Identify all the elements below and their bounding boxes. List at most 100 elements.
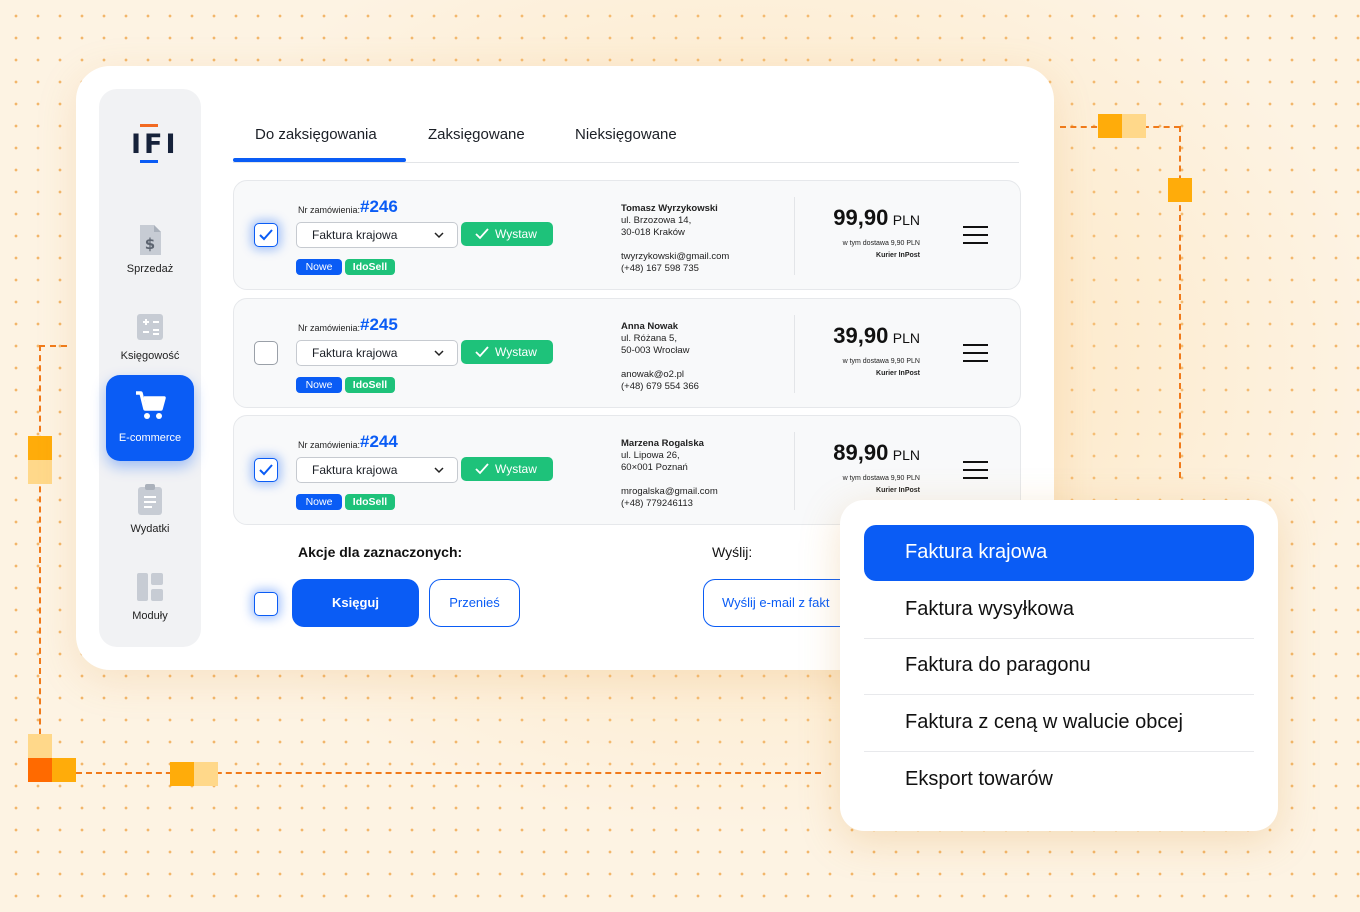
customer-street: ul. Brzozowa 14,: [621, 215, 692, 226]
divider: [794, 197, 795, 275]
customer-street: ul. Lipowa 26,: [621, 450, 680, 461]
decor-square: [28, 734, 52, 758]
customer-name: Marzena Rogalska: [621, 438, 704, 449]
decor-square: [28, 436, 52, 460]
invoice-dollar-icon: $: [135, 223, 165, 257]
clipboard-icon: [135, 483, 165, 517]
customer-info: Anna Nowak ul. Różana 5, 50-003 Wrocław …: [621, 321, 699, 393]
chevron-down-icon: [434, 467, 444, 474]
order-price: 89,90 PLN: [833, 440, 920, 465]
sidebar-item-label: Wydatki: [130, 523, 170, 535]
send-label: Wyślij:: [712, 544, 753, 560]
dropdown-option[interactable]: Faktura z ceną w walucie obcej: [864, 695, 1254, 752]
modules-icon: [135, 570, 165, 604]
sidebar-item-wydatki[interactable]: Wydatki: [106, 475, 194, 561]
order-price: 39,90 PLN: [833, 323, 920, 348]
chevron-down-icon: [434, 350, 444, 357]
customer-name: Tomasz Wyrzykowski: [621, 203, 718, 214]
sidebar-item-sprzedaz[interactable]: $ Sprzedaż: [106, 215, 194, 301]
order-number-label: Nr zamówienia:: [298, 440, 361, 450]
hamburger-menu-icon[interactable]: [963, 226, 988, 244]
tab-do-zaksiegowania[interactable]: Do zaksięgowania: [255, 126, 377, 143]
decor-dashed-line: [39, 345, 41, 775]
order-checkbox[interactable]: [254, 223, 278, 247]
invoice-type-select[interactable]: Faktura krajowa: [296, 457, 458, 483]
sidebar-item-label: Sprzedaż: [126, 263, 174, 275]
source-badge-idosell: IdoSell: [345, 377, 395, 393]
order-number[interactable]: #244: [360, 432, 398, 452]
ifi-logo[interactable]: IFI: [131, 124, 176, 166]
decor-square: [170, 762, 194, 786]
customer-email: anowak@o2.pl: [621, 369, 684, 380]
invoice-type-select[interactable]: Faktura krajowa: [296, 340, 458, 366]
shipping-info: w tym dostawa 9,90 PLN Kurier InPost: [842, 475, 920, 494]
customer-info: Tomasz Wyrzykowski ul. Brzozowa 14, 30-0…: [621, 203, 729, 275]
order-number[interactable]: #246: [360, 197, 398, 217]
dropdown-option[interactable]: Faktura wysyłkowa: [864, 582, 1254, 639]
issue-invoice-button[interactable]: Wystaw: [461, 340, 553, 364]
source-badge-idosell: IdoSell: [345, 494, 395, 510]
dropdown-option[interactable]: Eksport towarów: [864, 752, 1254, 808]
customer-info: Marzena Rogalska ul. Lipowa 26, 60×001 P…: [621, 438, 718, 510]
issue-invoice-button[interactable]: Wystaw: [461, 457, 553, 481]
order-number-label: Nr zamówienia:: [298, 205, 361, 215]
dropdown-option[interactable]: Faktura do paragonu: [864, 638, 1254, 695]
divider: [794, 315, 795, 393]
customer-phone: (+48) 679 554 366: [621, 381, 699, 392]
invoice-type-select[interactable]: Faktura krajowa: [296, 222, 458, 248]
invoice-type-dropdown: Faktura krajowa Faktura wysyłkowa Faktur…: [840, 500, 1278, 831]
shipping-info: w tym dostawa 9,90 PLN Kurier InPost: [842, 358, 920, 377]
decor-square: [1168, 178, 1192, 202]
customer-phone: (+48) 779246113: [621, 498, 693, 509]
sidebar-item-label: Moduły: [132, 610, 168, 622]
order-row: Nr zamówienia: #245 Faktura krajowa Wyst…: [233, 298, 1021, 408]
sidebar-item-ecommerce[interactable]: E-commerce: [106, 375, 194, 461]
order-checkbox[interactable]: [254, 341, 278, 365]
move-button[interactable]: Przenieś: [429, 579, 520, 627]
sidebar-item-moduly[interactable]: Moduły: [106, 562, 194, 648]
check-icon: [475, 346, 489, 358]
book-button[interactable]: Księguj: [292, 579, 419, 627]
customer-street: ul. Różana 5,: [621, 333, 677, 344]
issue-invoice-button[interactable]: Wystaw: [461, 222, 553, 246]
status-badge-new: Nowe: [296, 494, 342, 510]
sidebar-item-label: E-commerce: [118, 432, 182, 444]
calculator-icon: [135, 310, 165, 344]
order-price: 99,90 PLN: [833, 205, 920, 230]
hamburger-menu-icon[interactable]: [963, 461, 988, 479]
hamburger-menu-icon[interactable]: [963, 344, 988, 362]
order-row: Nr zamówienia: #246 Faktura krajowa Wyst…: [233, 180, 1021, 290]
tab-niesiegowane[interactable]: Nieksięgowane: [575, 126, 677, 143]
decor-square: [28, 758, 52, 782]
tab-bar: Do zaksięgowania Zaksięgowane Nieksięgow…: [233, 104, 1019, 163]
chevron-down-icon: [434, 232, 444, 239]
decor-dashed-line: [39, 345, 67, 347]
status-badge-new: Nowe: [296, 377, 342, 393]
customer-city: 30-018 Kraków: [621, 227, 685, 238]
decor-square: [194, 762, 218, 786]
tab-zaksiegowane[interactable]: Zaksięgowane: [428, 126, 525, 143]
customer-email: mrogalska@gmail.com: [621, 486, 718, 497]
order-number[interactable]: #245: [360, 315, 398, 335]
customer-city: 50-003 Wrocław: [621, 345, 690, 356]
customer-city: 60×001 Poznań: [621, 462, 688, 473]
source-badge-idosell: IdoSell: [345, 259, 395, 275]
decor-square: [1122, 114, 1146, 138]
divider: [794, 432, 795, 510]
check-icon: [475, 463, 489, 475]
svg-text:$: $: [145, 235, 155, 253]
order-checkbox[interactable]: [254, 458, 278, 482]
dropdown-option[interactable]: Faktura krajowa: [864, 525, 1254, 581]
decor-square: [1098, 114, 1122, 138]
select-all-checkbox[interactable]: [254, 592, 278, 616]
customer-email: twyrzykowski@gmail.com: [621, 251, 730, 262]
customer-name: Anna Nowak: [621, 321, 679, 332]
active-tab-indicator: [233, 158, 406, 162]
decor-square: [52, 758, 76, 782]
status-badge-new: Nowe: [296, 259, 342, 275]
bulk-actions-label: Akcje dla zaznaczonych:: [298, 544, 463, 560]
sidebar: IFI $ Sprzedaż Księgowość E-commerce Wyd…: [99, 89, 201, 647]
cart-icon: [135, 389, 166, 423]
check-icon: [475, 228, 489, 240]
shipping-info: w tym dostawa 9,90 PLN Kurier InPost: [842, 240, 920, 259]
